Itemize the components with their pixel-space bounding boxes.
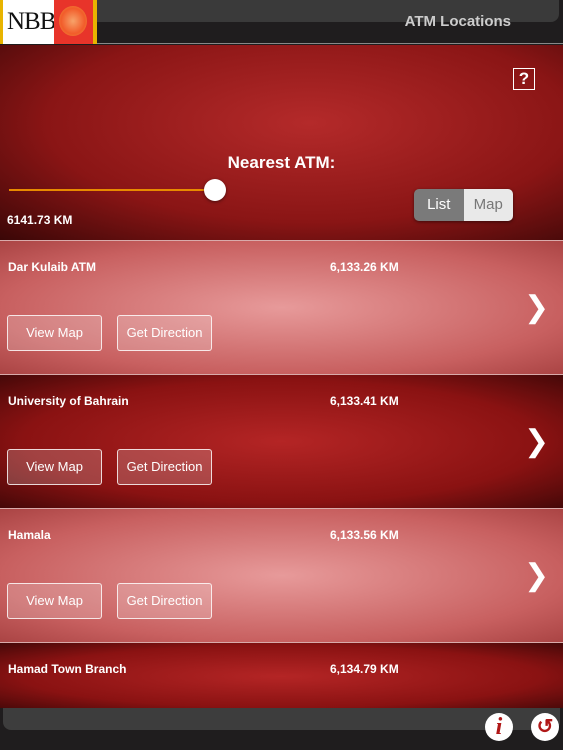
tab-map[interactable]: Map (463, 189, 513, 221)
view-map-button[interactable]: View Map (7, 315, 102, 351)
atm-distance: 6,133.26 KM (330, 260, 399, 274)
distance-slider-track[interactable] (9, 189, 214, 191)
view-map-button[interactable]: View Map (7, 583, 102, 619)
atm-list-item[interactable]: Hamala 6,133.56 KM View Map Get Direction ❯ (0, 508, 563, 642)
atm-list-item[interactable]: Dar Kulaib ATM 6,133.26 KM View Map Get Dir… (0, 240, 563, 374)
logo-text: NBB (7, 8, 56, 35)
info-icon[interactable]: i (485, 713, 513, 741)
atm-name: University of Bahrain (8, 394, 129, 408)
atm-name: Dar Kulaib ATM (8, 260, 97, 274)
atm-distance: 6,134.79 KM (330, 662, 399, 676)
atm-distance: 6,133.41 KM (330, 394, 399, 408)
nearest-label: Nearest ATM: (227, 153, 336, 172)
refresh-icon[interactable]: ↺ (531, 713, 559, 741)
distance-slider-thumb[interactable] (204, 179, 226, 201)
chevron-right-icon[interactable]: ❯ (524, 293, 549, 323)
nbb-logo: NBB (0, 0, 97, 44)
chevron-right-icon[interactable]: ❯ (524, 427, 549, 457)
chevron-right-icon[interactable]: ❯ (524, 561, 549, 591)
view-toggle: List Map (414, 189, 513, 221)
get-direction-button[interactable]: Get Direction (117, 583, 212, 619)
get-direction-button[interactable]: Get Direction (117, 315, 212, 351)
distance-value: 6141.73 KM (7, 213, 73, 227)
atm-list-item[interactable]: Hamad Town Branch 6,134.79 KM (0, 642, 563, 710)
atm-distance: 6,133.56 KM (330, 528, 399, 542)
atm-name: Hamala (8, 528, 51, 542)
footer (0, 708, 563, 750)
get-direction-button[interactable]: Get Direction (117, 449, 212, 485)
atm-name: Hamad Town Branch (8, 662, 127, 676)
help-button[interactable]: ? (513, 68, 535, 90)
atm-list-item[interactable]: University of Bahrain 6,133.41 KM View Map… (0, 374, 563, 508)
footer-bar (3, 708, 560, 730)
header: NBB ATM Locations (0, 0, 563, 44)
tab-list[interactable]: List (414, 189, 464, 221)
seal-icon (54, 0, 93, 44)
view-map-button[interactable]: View Map (7, 449, 102, 485)
page-title: ATM Locations (404, 13, 511, 30)
